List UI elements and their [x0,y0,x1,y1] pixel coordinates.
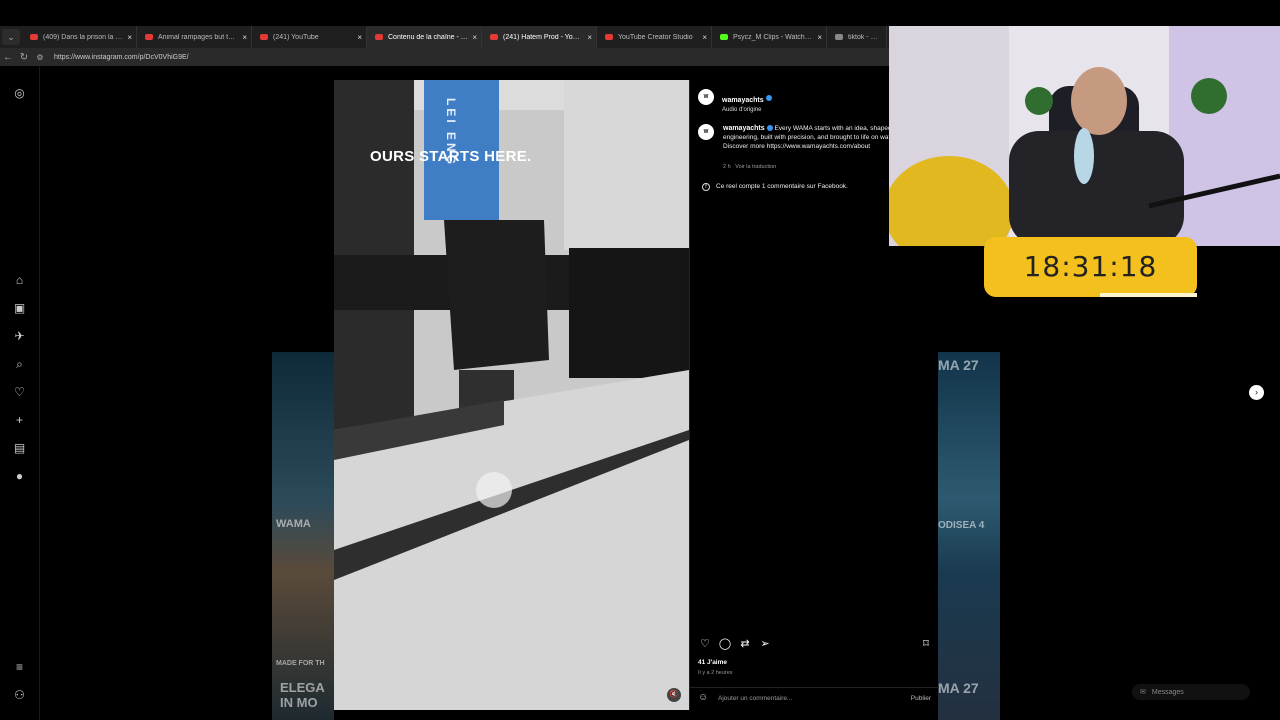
tab-favicon-icon [260,34,268,40]
tab-favicon-icon [835,34,843,40]
browser-tab[interactable]: Contenu de la chaîne - YouTube× [367,26,482,48]
tab-list-button[interactable]: ⌄ [2,29,20,45]
browser-tab-bar: ⌄ (409) Dans la prison la plus surp×Anim… [0,26,890,48]
instagram-icon[interactable]: ◎ [12,86,27,101]
menu-icon[interactable]: ≡ [12,660,27,675]
webcam-overlay [889,26,1280,246]
messenger-icon[interactable]: ✈ [12,329,27,344]
caption-username[interactable]: wamayachts [723,125,765,132]
messages-button[interactable]: ✉ Messages [1132,684,1250,700]
verified-badge-icon [766,125,773,132]
background-thumbnail-right[interactable]: MA 27 ODISEA 4 MA 27 [938,352,1000,720]
video-caption: OURS STARTS HERE. [370,148,532,165]
tab-title: tiktok - Recherche [848,33,882,41]
browser-tab[interactable]: YouTube Creator Studio × [597,26,712,48]
like-icon[interactable]: ♡ [698,637,712,651]
comment-icon[interactable]: ◯ [718,637,732,651]
dashboard-icon[interactable]: ▤ [12,441,27,456]
browser-tab[interactable]: tiktok - Recherche [827,26,887,48]
tab-title: YouTube Creator Studio [618,33,693,41]
browser-tab[interactable]: (241) YouTube × [252,26,367,48]
next-post-button[interactable]: › [1249,385,1264,400]
url-text[interactable]: https://www.instagram.com/p/DcV0VhiG9E/ [54,54,189,61]
reel-video[interactable]: LEI ENG OURS STARTS HERE. 🔇 [334,80,689,710]
messages-label: Messages [1151,688,1184,696]
tab-favicon-icon [605,34,613,40]
site-info-icon[interactable]: ⚙ [32,53,48,62]
publish-button[interactable]: Publier [911,695,931,702]
tab-title: Psycz_M Clips - Watch Live on K [733,33,813,41]
post-username[interactable]: wamayachts [722,97,764,104]
instagram-sidebar: ◎ ⌂ ▣ ✈ ⌕ ♡ + ▤ ● ≡ ⚇ [0,66,40,720]
post-author-avatar[interactable]: W [698,89,714,105]
caption-link[interactable]: Discover more https://www.wamayachts.com… [723,143,870,150]
tab-favicon-icon [490,34,498,40]
facebook-icon: f [702,183,710,191]
caption-author-avatar[interactable]: W [698,124,714,140]
share-icon[interactable]: ➢ [758,637,772,651]
browser-tab[interactable]: (409) Dans la prison la plus surp × [22,26,137,48]
caption-meta: 2 h Voir la traduction [723,164,776,170]
post-date: Il y a 2 heures [698,670,733,676]
thumb-text: MA 27 [938,357,979,373]
threads-icon[interactable]: ⚇ [12,688,27,703]
repost-icon[interactable]: ⇄ [738,637,752,651]
mute-button[interactable]: 🔇 [667,688,681,702]
back-icon[interactable]: ← [0,52,16,63]
thumb-text: WAMA [276,518,311,530]
tab-favicon-icon [375,34,383,40]
post-actions: ♡ ◯ ⇄ ➢ ⌑ [698,637,930,651]
post-time: 2 h [723,164,731,170]
post-audio[interactable]: Audio d'origine [722,107,772,113]
stream-timer: 18:31:18 [984,237,1197,297]
thumb-text: ELEGA IN MO [280,680,325,710]
thumb-text: MADE FOR TH [276,660,325,667]
tab-close-icon[interactable]: × [587,33,592,42]
tab-title: (241) Hatem Prod - YouTube [503,33,584,41]
reels-icon[interactable]: ▣ [12,301,27,316]
tab-close-icon[interactable]: × [127,33,132,42]
verified-badge-icon [765,94,772,101]
heart-icon[interactable]: ♡ [12,385,27,400]
emoji-icon[interactable]: ☺ [698,692,708,703]
save-bookmark-icon[interactable]: ⌑ [919,637,933,651]
home-icon[interactable]: ⌂ [12,273,27,288]
tab-title: (409) Dans la prison la plus surp [43,33,123,41]
post-header: wamayachts Audio d'origine [722,89,772,113]
facebook-comment-note: f Ce reel compte 1 commentaire sur Facebo… [702,183,848,191]
facebook-note-text: Ce reel compte 1 commentaire sur Faceboo… [716,183,848,190]
tab-title: Contenu de la chaîne - YouTube [388,33,469,41]
likes-count[interactable]: 41 J'aime [698,659,727,666]
video-frame-illustration [334,80,689,710]
thumb-text: MA 27 [938,680,979,696]
translate-link[interactable]: Voir la traduction [735,164,776,170]
tab-close-icon[interactable]: × [472,33,477,42]
tab-close-icon[interactable]: × [817,33,822,42]
browser-tab[interactable]: Animal rampages but they get n× [137,26,252,48]
tab-favicon-icon [145,34,153,40]
tab-strip: (409) Dans la prison la plus surp×Animal… [22,26,887,48]
tab-close-icon[interactable]: × [242,33,247,42]
tab-close-icon[interactable]: × [702,33,707,42]
profile-icon[interactable]: ● [12,469,27,484]
comment-box: ☺ Ajouter un commentaire... Publier [690,687,939,709]
tab-title: Animal rampages but they get n [158,33,239,41]
comment-input[interactable]: Ajouter un commentaire... [718,695,792,702]
tab-close-icon[interactable]: × [357,33,362,42]
webcam-illustration [889,26,1280,246]
timer-underline [1100,293,1197,297]
reload-icon[interactable]: ↻ [16,52,32,63]
address-bar: ← ↻ ⚙ https://www.instagram.com/p/DcV0Vh… [0,48,890,66]
thumb-text: ODISEA 4 [938,520,985,531]
tab-favicon-icon [30,34,38,40]
search-icon[interactable]: ⌕ [12,357,27,372]
tab-title: (241) YouTube [273,33,319,41]
background-thumbnail-left[interactable]: WAMA MADE FOR TH ELEGA IN MO [272,352,334,720]
browser-tab[interactable]: Psycz_M Clips - Watch Live on K × [712,26,827,48]
plus-icon[interactable]: + [12,413,27,428]
browser-tab[interactable]: (241) Hatem Prod - YouTube × [482,26,597,48]
tab-favicon-icon [720,34,728,40]
messages-icon: ✉ [1140,689,1146,696]
